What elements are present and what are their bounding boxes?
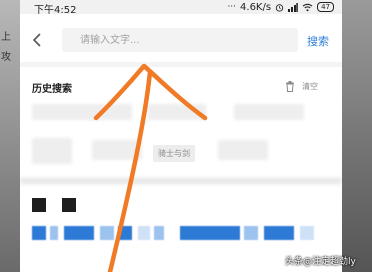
annotation-arrow: [93, 63, 208, 272]
watermark: 头条@注定超劲ly: [285, 257, 356, 267]
